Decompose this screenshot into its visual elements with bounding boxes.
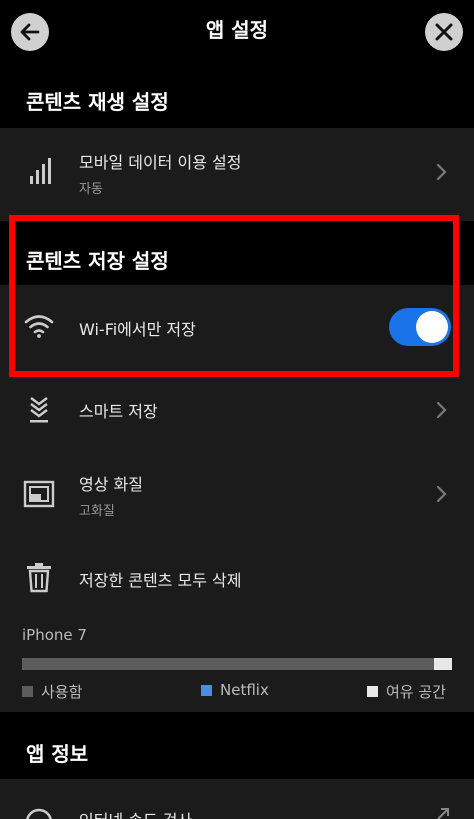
toggle-knob <box>416 311 448 343</box>
chevron-right-icon <box>436 163 447 181</box>
video-quality-icon <box>23 480 55 508</box>
downloads-section-header: 콘텐츠 저장 설정 <box>0 221 474 285</box>
smart-downloads-label: 스마트 저장 <box>79 402 158 421</box>
mobile-data-value: 자동 <box>79 182 103 197</box>
internet-speed-label: 인터넷 속도 검사 <box>79 807 192 819</box>
storage-bar <box>22 658 452 670</box>
device-name: iPhone 7 <box>22 626 87 644</box>
wifi-only-toggle[interactable] <box>389 308 451 346</box>
video-quality-label: 영상 화질 <box>79 475 143 494</box>
chevron-right-icon <box>436 485 447 503</box>
section-title-playback: 콘텐츠 재생 설정 <box>26 90 169 114</box>
wifi-only-label: Wi-Fi에서만 저장 <box>79 320 196 339</box>
video-quality-row[interactable]: 영상 화질 고화질 <box>0 447 474 539</box>
page-title: 앱 설정 <box>205 18 269 42</box>
close-button[interactable] <box>425 13 463 51</box>
legend-swatch-free <box>367 686 378 697</box>
app-header: 앱 설정 <box>0 0 474 66</box>
wifi-icon <box>24 315 54 338</box>
section-title-downloads: 콘텐츠 저장 설정 <box>26 249 169 273</box>
legend-swatch-used <box>22 686 33 697</box>
delete-all-row[interactable]: 저장한 콘텐츠 모두 삭제 <box>0 539 474 611</box>
trash-icon <box>27 563 51 593</box>
video-quality-value: 고화질 <box>79 504 115 519</box>
delete-all-label: 저장한 콘텐츠 모두 삭제 <box>79 571 242 590</box>
wifi-only-row[interactable]: Wi-Fi에서만 저장 <box>0 285 474 371</box>
speed-test-icon <box>26 808 52 819</box>
chevron-right-icon <box>436 401 447 419</box>
legend-netflix-label: Netflix <box>220 681 269 699</box>
signal-bars-icon <box>30 158 51 184</box>
legend-free-label: 여유 공간 <box>386 683 446 701</box>
mobile-data-label: 모바일 데이터 이용 설정 <box>79 153 242 172</box>
legend-swatch-netflix <box>201 684 212 696</box>
section-title-about: 앱 정보 <box>26 742 89 766</box>
external-link-icon <box>437 808 449 819</box>
smart-download-icon <box>30 397 48 423</box>
about-section-header: 앱 정보 <box>0 712 474 779</box>
legend-netflix: Netflix <box>201 681 269 699</box>
legend-free: 여유 공간 <box>367 681 446 702</box>
internet-speed-row[interactable]: 인터넷 속도 검사 <box>0 779 474 819</box>
legend-used: 사용함 <box>22 681 82 702</box>
mobile-data-row[interactable]: 모바일 데이터 이용 설정 자동 <box>0 128 474 216</box>
playback-section-header: 콘텐츠 재생 설정 <box>0 66 474 128</box>
legend-used-label: 사용함 <box>41 683 83 701</box>
storage-free-segment <box>434 658 452 670</box>
smart-downloads-row[interactable]: 스마트 저장 <box>0 371 474 447</box>
close-icon <box>435 23 453 41</box>
